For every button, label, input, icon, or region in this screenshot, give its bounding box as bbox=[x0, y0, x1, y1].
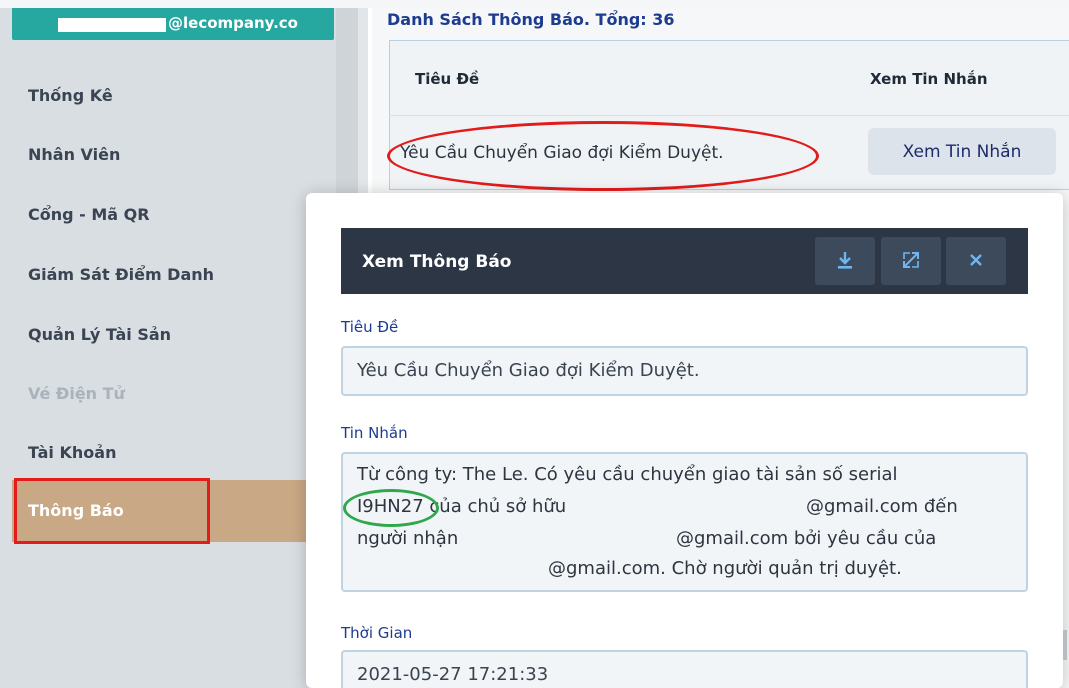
sidebar-item-tai-khoan[interactable]: Tài Khoản bbox=[28, 443, 116, 462]
modal-title: Xem Thông Báo bbox=[362, 252, 512, 272]
sidebar bbox=[0, 8, 336, 688]
message-line: người nhận bbox=[357, 528, 459, 549]
title-field-label: Tiêu Đề bbox=[341, 318, 399, 336]
annotation-green-ellipse bbox=[343, 489, 439, 527]
download-button[interactable] bbox=[815, 237, 875, 285]
sidebar-item-nhan-vien[interactable]: Nhân Viên bbox=[28, 145, 120, 164]
message-line: @gmail.com đến bbox=[806, 496, 958, 517]
time-field-value: 2021-05-27 17:21:33 bbox=[357, 664, 549, 685]
annotation-red-box bbox=[14, 478, 210, 544]
time-field-label: Thời Gian bbox=[341, 624, 413, 642]
top-strip bbox=[0, 0, 1069, 8]
view-message-button[interactable]: Xem Tin Nhắn bbox=[868, 128, 1056, 175]
download-icon bbox=[836, 250, 854, 273]
annotation-red-ellipse bbox=[387, 121, 819, 191]
message-field-label: Tin Nhắn bbox=[341, 424, 408, 442]
column-header-view: Xem Tin Nhắn bbox=[870, 70, 988, 88]
column-header-title: Tiêu Đề bbox=[415, 70, 480, 88]
close-button[interactable] bbox=[946, 237, 1006, 285]
sidebar-item-cong-ma-qr[interactable]: Cổng - Mã QR bbox=[28, 205, 150, 224]
sidebar-item-giam-sat-diem-danh[interactable]: Giám Sát Điểm Danh bbox=[28, 265, 214, 284]
notification-list-title: Danh Sách Thông Báo. Tổng: 36 bbox=[387, 10, 675, 29]
sidebar-item-ve-dien-tu[interactable]: Vé Điện Tử bbox=[28, 384, 125, 403]
user-email-bar[interactable]: @lecompany.co bbox=[12, 8, 334, 40]
page-scrollbar[interactable] bbox=[1063, 630, 1067, 660]
title-field-value: Yêu Cầu Chuyển Giao đợi Kiểm Duyệt. bbox=[357, 360, 700, 381]
message-line: @gmail.com. Chờ người quản trị duyệt. bbox=[548, 558, 902, 579]
sidebar-item-quan-ly-tai-san[interactable]: Quản Lý Tài Sản bbox=[28, 325, 171, 344]
redacted-username bbox=[58, 18, 166, 32]
expand-icon bbox=[901, 250, 921, 273]
sidebar-item-thong-ke[interactable]: Thống Kê bbox=[28, 86, 113, 105]
message-line: Từ công ty: The Le. Có yêu cầu chuyển gi… bbox=[357, 464, 898, 485]
message-line: @gmail.com bởi yêu cầu của bbox=[676, 528, 937, 549]
close-icon bbox=[969, 253, 983, 270]
expand-button[interactable] bbox=[881, 237, 941, 285]
user-email: @lecompany.co bbox=[168, 14, 298, 32]
